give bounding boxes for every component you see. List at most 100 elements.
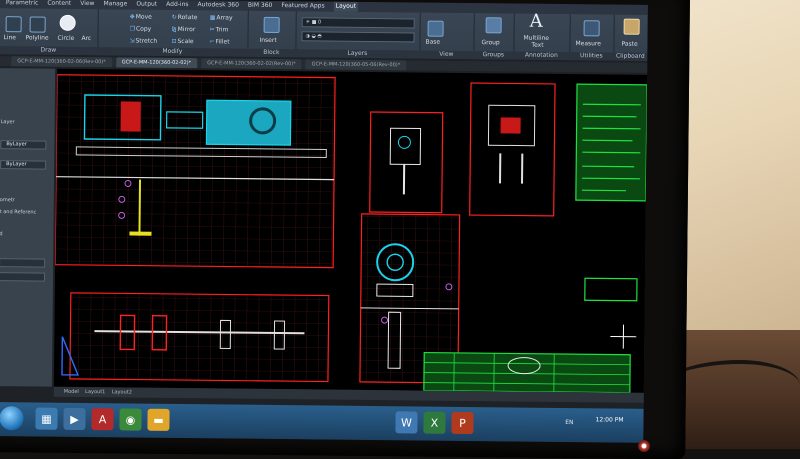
cad-drawing	[54, 69, 647, 393]
trim-label: Trim	[216, 26, 229, 33]
powerpoint-icon[interactable]: P	[451, 412, 473, 434]
measure-button[interactable]: Measure	[575, 40, 601, 47]
folder-icon[interactable]: ▬	[147, 409, 169, 431]
fillet-button[interactable]: ⌐Fillet	[209, 38, 229, 45]
media-icon[interactable]: ▶	[63, 408, 85, 430]
rotate-label: Rotate	[178, 14, 198, 21]
scale-button[interactable]: ⊡Scale	[171, 38, 193, 45]
motor-terminal	[121, 101, 141, 131]
tab-bim-360[interactable]: BIM 360	[248, 1, 273, 11]
palette-layer-label: Layer	[1, 118, 51, 127]
palette-field-3[interactable]	[0, 258, 45, 267]
language-indicator[interactable]: EN	[565, 419, 573, 426]
palette-bylayer-1: ByLayer	[6, 140, 56, 149]
clipboard-group-label: Clipboard	[613, 53, 647, 61]
tab-view[interactable]: View	[80, 0, 94, 9]
array-button[interactable]: ▦Array	[210, 14, 233, 21]
modify-group: ✥Move ↻Rotate ▦Array ❐Copy ⧎Mirror ✂Trim…	[97, 9, 248, 57]
mirror-label: Mirror	[178, 26, 196, 33]
circle-icon[interactable]	[60, 15, 76, 31]
line-icon[interactable]	[6, 16, 22, 32]
move-label: Move	[136, 14, 152, 21]
tab-manage[interactable]: Manage	[103, 0, 127, 9]
layout1-tab[interactable]: Layout1	[85, 389, 105, 395]
utilities-group: Measure Utilities	[569, 14, 614, 60]
paste-button[interactable]: Paste	[621, 41, 637, 48]
measure-icon[interactable]	[584, 20, 600, 36]
copy-button[interactable]: ❐Copy	[130, 25, 152, 32]
insert-button[interactable]: Insert	[259, 37, 276, 44]
sheet-top-left	[55, 75, 335, 268]
autocad-icon[interactable]: A	[91, 408, 113, 430]
layer-dropdown[interactable]: ☀ ■ 0	[302, 17, 415, 28]
mirror-button[interactable]: ⧎Mirror	[172, 26, 196, 33]
multiline-text-icon[interactable]: A	[530, 11, 543, 32]
rotate-icon: ↻	[172, 14, 177, 21]
base-icon[interactable]	[428, 21, 444, 37]
move-button[interactable]: ✥Move	[130, 13, 152, 20]
scale-icon: ⊡	[171, 38, 176, 45]
view-group-label: View	[419, 50, 473, 59]
clock[interactable]: 12:00 PM	[595, 416, 623, 424]
tab-featured-apps[interactable]: Featured Apps	[281, 1, 324, 11]
paste-icon[interactable]	[624, 19, 640, 35]
stretch-icon: ⇲	[129, 37, 134, 44]
layout2-tab[interactable]: Layout2	[112, 389, 132, 395]
palette-field-4[interactable]	[0, 272, 45, 281]
group-icon[interactable]	[486, 17, 502, 33]
arc-button[interactable]: Arc	[81, 35, 91, 42]
copy-icon: ❐	[130, 25, 135, 32]
line-button[interactable]: Line	[3, 34, 16, 41]
stretch-label: Stretch	[135, 38, 157, 45]
trim-icon: ✂	[210, 26, 215, 33]
drawing-canvas[interactable]	[54, 69, 647, 393]
pedestal-shaft	[139, 180, 140, 236]
doc-tab-4[interactable]: GCP-E-MM-120(360-05-06(Rev-00)*	[306, 59, 407, 70]
gearbox-body	[206, 100, 290, 145]
taskbar: ▦ ▶ A ◉ ▬ W X P EN 12:00 PM	[0, 402, 644, 443]
tab-content[interactable]: Content	[47, 0, 71, 9]
doc-tab-1[interactable]: GCP-E-MM-120(360-02-06(Rev-00)*	[11, 56, 112, 67]
monitor-bezel: Parametric Content View Manage Output Ad…	[0, 0, 690, 459]
clipboard-group: Paste Clipboard	[613, 15, 647, 61]
stretch-button[interactable]: ⇲Stretch	[129, 37, 157, 44]
insert-icon[interactable]	[264, 17, 280, 33]
bracket-hole	[398, 136, 410, 148]
small-table	[585, 278, 637, 301]
polyline-button[interactable]: Polyline	[25, 34, 48, 41]
group-button[interactable]: Group	[481, 39, 499, 46]
fillet-label: Fillet	[215, 38, 229, 45]
draw-group: Line Polyline Circle Arc Draw	[0, 8, 99, 55]
circle-button[interactable]: Circle	[57, 35, 74, 42]
groups-group-label: Groups	[473, 51, 513, 59]
polyline-icon[interactable]	[30, 16, 46, 32]
base-button[interactable]: Base	[425, 39, 440, 46]
start-button[interactable]	[0, 406, 24, 430]
word-icon[interactable]: W	[395, 411, 417, 433]
trim-button[interactable]: ✂Trim	[210, 26, 229, 33]
layers-group-label: Layers	[295, 49, 419, 58]
power-button-icon[interactable]	[638, 440, 650, 452]
doc-tab-3[interactable]: GCP-E-MM-120(360-02-02(Rev-00)*	[201, 58, 302, 69]
browser-icon[interactable]: ◉	[119, 408, 141, 430]
groups-group: Group Groups	[473, 13, 514, 59]
tab-output[interactable]: Output	[136, 0, 157, 10]
tab-autodesk-360[interactable]: Autodesk 360	[198, 0, 239, 10]
sheet-top-right	[470, 83, 555, 216]
model-tab[interactable]: Model	[64, 389, 79, 395]
tab-add-ins[interactable]: Add-ins	[166, 0, 188, 10]
palette-bylayer-2: ByLayer	[6, 160, 56, 169]
tab-layout[interactable]: Layout	[334, 2, 359, 12]
screen: Parametric Content View Manage Output Ad…	[0, 0, 648, 443]
doc-tab-2[interactable]: GCP-E-MM-120(360-02-02)*	[116, 57, 197, 68]
palette-reference-label: t and Referenc	[0, 208, 50, 217]
rotate-button[interactable]: ↻Rotate	[172, 14, 198, 21]
excel-icon[interactable]: X	[423, 412, 445, 434]
multiline-text-label-2: Text	[531, 42, 543, 49]
copy-label: Copy	[136, 26, 151, 33]
explorer-icon[interactable]: ▦	[35, 408, 57, 430]
layer-state-dropdown[interactable]: ◑ ◒ ◓	[301, 31, 414, 42]
block-group: Insert Block	[247, 11, 296, 58]
array-icon: ▦	[210, 14, 216, 21]
modify-group-label: Modify	[97, 47, 247, 57]
